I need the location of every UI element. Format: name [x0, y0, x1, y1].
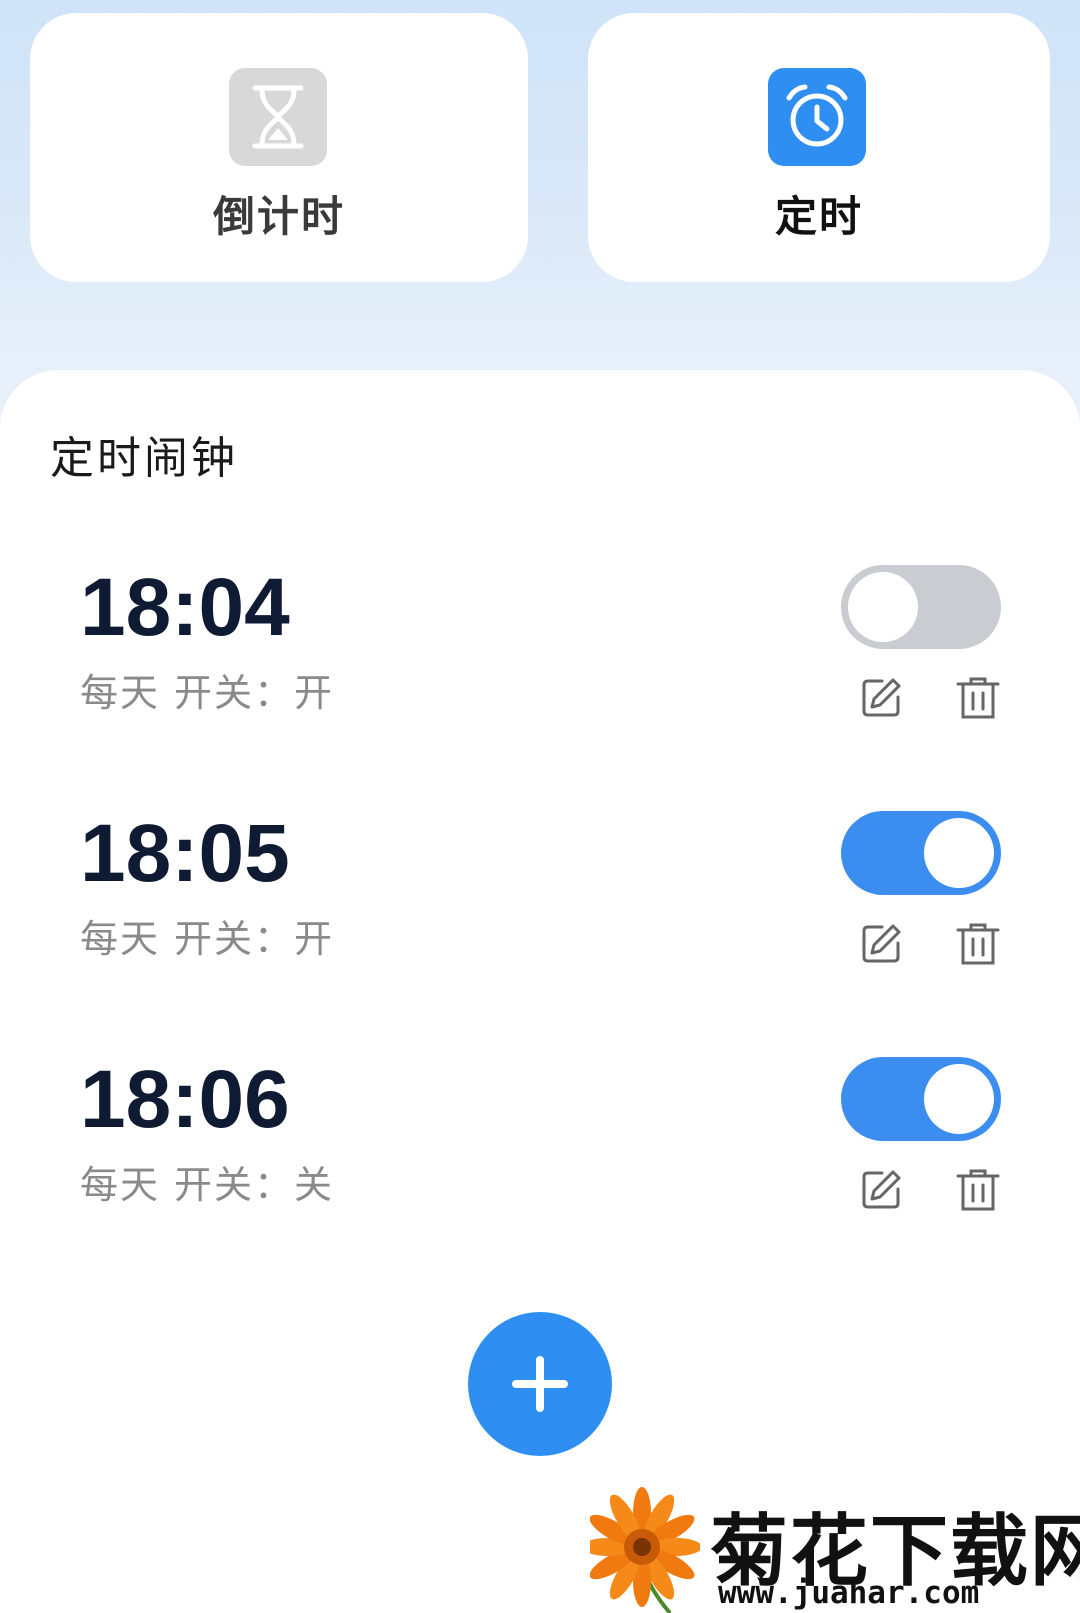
tab-timer-label: 定时 [774, 192, 863, 241]
delete-icon[interactable] [955, 1167, 1001, 1213]
alarm-time: 18:06 [80, 1054, 290, 1145]
delete-icon[interactable] [955, 921, 1001, 967]
alarm-meta: 每天 开关：开 [80, 908, 334, 963]
alarm-switch-state: 开 [294, 671, 335, 715]
alarm-repeat: 每天 [80, 671, 161, 715]
edit-icon[interactable] [858, 675, 904, 721]
alarm-toggle[interactable] [841, 811, 1001, 895]
alarm-meta: 每天 开关：关 [80, 1154, 334, 1209]
watermark-url: www.juahar.com [718, 1575, 980, 1611]
tab-countdown[interactable]: 倒计时 [30, 13, 528, 282]
alarm-switch-label: 开关： [174, 917, 295, 961]
toggle-knob [924, 1064, 994, 1134]
delete-icon[interactable] [955, 675, 1001, 721]
alarm-row: 18:05 每天 开关：开 [0, 804, 1080, 1004]
toggle-knob [848, 572, 918, 642]
alarm-repeat: 每天 [80, 917, 161, 961]
tab-timer[interactable]: 定时 [588, 13, 1050, 282]
edit-icon[interactable] [858, 921, 904, 967]
section-title: 定时闹钟 [50, 433, 238, 484]
add-alarm-button[interactable] [468, 1312, 612, 1456]
alarm-time: 18:04 [80, 562, 290, 653]
alarm-toggle[interactable] [841, 565, 1001, 649]
alarm-row: 18:06 每天 开关：关 [0, 1050, 1080, 1250]
watermark: 菊花下载网 www.juahar.com [590, 1485, 1080, 1613]
edit-icon[interactable] [858, 1167, 904, 1213]
tab-countdown-label: 倒计时 [212, 192, 345, 241]
alarm-time: 18:05 [80, 808, 290, 899]
flower-logo-icon [590, 1487, 700, 1613]
alarm-clock-icon [768, 68, 866, 166]
alarm-switch-state: 开 [294, 917, 335, 961]
alarm-meta: 每天 开关：开 [80, 662, 334, 717]
alarm-toggle[interactable] [841, 1057, 1001, 1141]
hourglass-icon [229, 68, 327, 166]
alarm-switch-state: 关 [294, 1163, 335, 1207]
alarm-row: 18:04 每天 开关：开 [0, 558, 1080, 758]
alarm-switch-label: 开关： [174, 671, 295, 715]
alarm-repeat: 每天 [80, 1163, 161, 1207]
toggle-knob [924, 818, 994, 888]
alarm-switch-label: 开关： [174, 1163, 295, 1207]
plus-icon [512, 1356, 568, 1412]
